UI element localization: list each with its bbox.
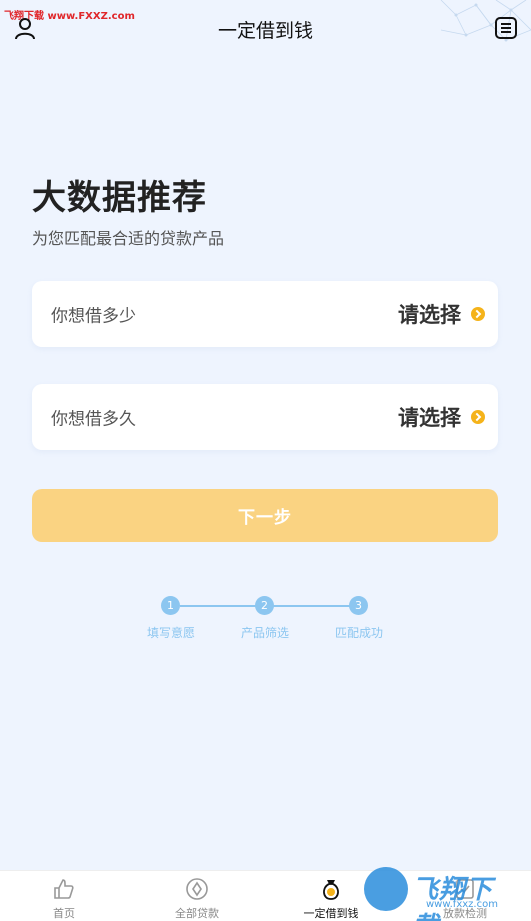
tab-home-label: 首页 (53, 907, 75, 920)
loan-amount-question: 你想借多少 (51, 306, 136, 327)
app-title: 一定借到钱 (217, 20, 313, 42)
tab-must-borrow-label: 一定借到钱 (303, 907, 359, 920)
chevron-right-icon (471, 307, 485, 321)
watermark-url: www.fxxz.com (426, 899, 498, 910)
watermark-text: 飞翔下载 (412, 875, 494, 921)
thumbs-up-icon (54, 879, 74, 899)
loan-term-card[interactable]: 你想借多久 请选择 (32, 384, 498, 450)
chevron-right-icon (471, 410, 485, 424)
loan-amount-select[interactable]: 请选择 (398, 299, 461, 329)
step-3-label: 匹配成功 (334, 626, 383, 640)
hero-title: 大数据推荐 (32, 178, 207, 218)
loan-term-question: 你想借多久 (51, 409, 136, 430)
watermark-bottom: 飞翔下载 www.fxxz.com (364, 865, 519, 921)
tab-home[interactable]: 首页 (19, 875, 109, 921)
progress-steps: 1 2 3 填写意愿 产品筛选 匹配成功 (140, 595, 400, 645)
tab-all-loans[interactable]: 全部贷款 (152, 875, 242, 921)
next-step-button[interactable]: 下一步 (32, 489, 498, 542)
tab-all-loans-label: 全部贷款 (175, 907, 219, 920)
hero-subtitle: 为您匹配最合适的贷款产品 (32, 229, 225, 248)
loan-amount-card[interactable]: 你想借多少 请选择 (32, 281, 498, 347)
step-2-label: 产品筛选 (240, 626, 289, 640)
step-1-label: 填写意愿 (146, 626, 195, 640)
step-1-dot: 1 (161, 596, 180, 615)
watermark-logo-icon (364, 867, 408, 911)
menu-list-icon[interactable] (494, 16, 518, 40)
header: 一定借到钱 (0, 0, 531, 56)
tab-must-borrow[interactable]: 一定借到钱 (286, 875, 376, 921)
loan-term-select[interactable]: 请选择 (398, 402, 461, 432)
compass-icon (186, 878, 208, 900)
step-3-dot: 3 (349, 596, 368, 615)
step-2-dot: 2 (255, 596, 274, 615)
money-bag-icon (323, 880, 339, 900)
